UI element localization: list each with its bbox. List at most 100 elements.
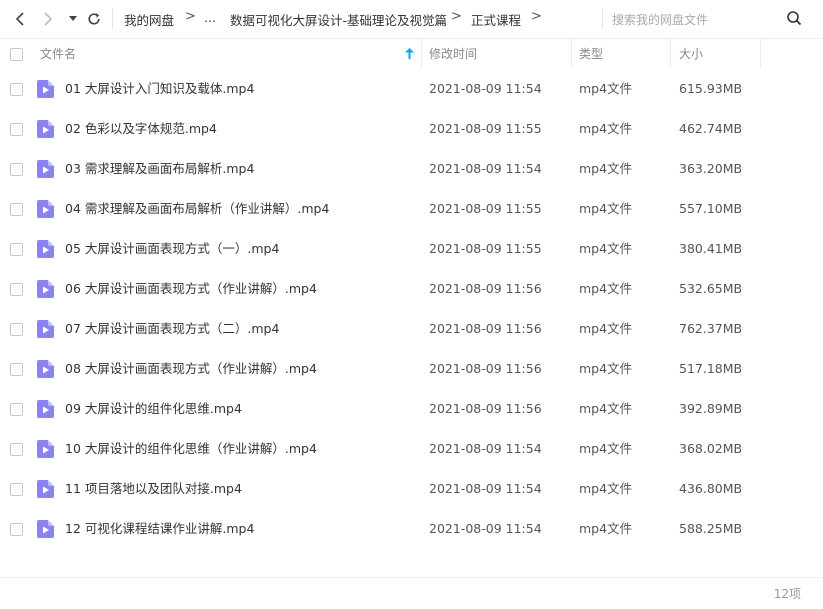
column-divider — [421, 39, 422, 69]
file-size: 462.74MB — [679, 121, 743, 136]
file-size: 588.25MB — [679, 521, 743, 536]
video-file-icon — [37, 280, 54, 298]
column-header-type[interactable]: 类型 — [579, 39, 603, 69]
breadcrumb-course-folder[interactable]: 数据可视化大屏设计-基础理论及视觉篇 — [230, 10, 447, 29]
file-size: 762.37MB — [679, 321, 743, 336]
breadcrumb-separator: > — [531, 9, 542, 24]
file-type: mp4文件 — [579, 281, 633, 296]
file-type: mp4文件 — [579, 161, 633, 176]
navigation-bar: 我的网盘 > ... 数据可视化大屏设计-基础理论及视觉篇 > 正式课程 > — [0, 0, 823, 39]
file-type: mp4文件 — [579, 401, 633, 416]
file-row[interactable]: 03 需求理解及画面布局解析.mp4 2021-08-09 11:54 mp4文… — [0, 149, 823, 189]
file-size: 532.65MB — [679, 281, 743, 296]
row-checkbox[interactable] — [10, 443, 23, 456]
file-size: 363.20MB — [679, 161, 743, 176]
file-name[interactable]: 07 大屏设计画面表现方式（二）.mp4 — [65, 309, 279, 349]
row-checkbox[interactable] — [10, 523, 23, 536]
column-header-modified[interactable]: 修改时间 — [429, 39, 477, 69]
file-size: 436.80MB — [679, 481, 743, 496]
file-row[interactable]: 08 大屏设计画面表现方式（作业讲解）.mp4 2021-08-09 11:56… — [0, 349, 823, 389]
file-name[interactable]: 12 可视化课程结课作业讲解.mp4 — [65, 509, 254, 549]
video-file-icon — [37, 360, 54, 378]
file-type: mp4文件 — [579, 441, 633, 456]
file-modified: 2021-08-09 11:54 — [429, 441, 542, 456]
file-modified: 2021-08-09 11:54 — [429, 481, 542, 496]
file-modified: 2021-08-09 11:56 — [429, 401, 542, 416]
file-name[interactable]: 03 需求理解及画面布局解析.mp4 — [65, 149, 254, 189]
file-size: 557.10MB — [679, 201, 743, 216]
file-row[interactable]: 02 色彩以及字体规范.mp4 2021-08-09 11:55 mp4文件 4… — [0, 109, 823, 149]
column-header-name[interactable]: 文件名 — [40, 39, 76, 69]
select-all-checkbox[interactable] — [10, 48, 23, 61]
sort-ascending-icon[interactable] — [405, 48, 414, 59]
row-checkbox[interactable] — [10, 323, 23, 336]
column-divider — [670, 39, 671, 69]
file-row[interactable]: 12 可视化课程结课作业讲解.mp4 2021-08-09 11:54 mp4文… — [0, 509, 823, 549]
file-name[interactable]: 02 色彩以及字体规范.mp4 — [65, 109, 217, 149]
file-modified: 2021-08-09 11:55 — [429, 241, 542, 256]
search-icon — [787, 11, 802, 26]
file-row[interactable]: 01 大屏设计入门知识及载体.mp4 2021-08-09 11:54 mp4文… — [0, 69, 823, 109]
video-file-icon — [37, 400, 54, 418]
file-name[interactable]: 11 项目落地以及团队对接.mp4 — [65, 469, 242, 509]
footer-divider — [0, 577, 823, 578]
refresh-icon — [88, 13, 100, 25]
row-checkbox[interactable] — [10, 483, 23, 496]
chevron-left-icon — [15, 12, 24, 26]
row-checkbox[interactable] — [10, 163, 23, 176]
file-modified: 2021-08-09 11:56 — [429, 281, 542, 296]
file-name[interactable]: 06 大屏设计画面表现方式（作业讲解）.mp4 — [65, 269, 317, 309]
row-checkbox[interactable] — [10, 363, 23, 376]
video-file-icon — [37, 480, 54, 498]
video-file-icon — [37, 80, 54, 98]
column-header-size[interactable]: 大小 — [679, 39, 703, 69]
file-type: mp4文件 — [579, 521, 633, 536]
chevron-right-icon — [44, 12, 53, 26]
file-name[interactable]: 08 大屏设计画面表现方式（作业讲解）.mp4 — [65, 349, 317, 389]
file-name[interactable]: 04 需求理解及画面布局解析（作业讲解）.mp4 — [65, 189, 329, 229]
row-checkbox[interactable] — [10, 243, 23, 256]
file-modified: 2021-08-09 11:54 — [429, 161, 542, 176]
file-row[interactable]: 09 大屏设计的组件化思维.mp4 2021-08-09 11:56 mp4文件… — [0, 389, 823, 429]
forward-button[interactable] — [38, 9, 58, 29]
file-name[interactable]: 10 大屏设计的组件化思维（作业讲解）.mp4 — [65, 429, 317, 469]
file-modified: 2021-08-09 11:54 — [429, 81, 542, 96]
video-file-icon — [37, 240, 54, 258]
row-checkbox[interactable] — [10, 83, 23, 96]
row-checkbox[interactable] — [10, 123, 23, 136]
search-input[interactable] — [610, 8, 774, 32]
video-file-icon — [37, 320, 54, 338]
search-button[interactable] — [786, 10, 804, 28]
row-checkbox[interactable] — [10, 203, 23, 216]
history-dropdown-button[interactable] — [63, 9, 83, 29]
file-name[interactable]: 09 大屏设计的组件化思维.mp4 — [65, 389, 242, 429]
file-modified: 2021-08-09 11:56 — [429, 361, 542, 376]
file-modified: 2021-08-09 11:55 — [429, 121, 542, 136]
back-button[interactable] — [10, 9, 30, 29]
file-type: mp4文件 — [579, 361, 633, 376]
file-type: mp4文件 — [579, 321, 633, 336]
file-row[interactable]: 06 大屏设计画面表现方式（作业讲解）.mp4 2021-08-09 11:56… — [0, 269, 823, 309]
breadcrumb-ellipsis[interactable]: ... — [204, 10, 216, 25]
file-list: 01 大屏设计入门知识及载体.mp4 2021-08-09 11:54 mp4文… — [0, 69, 823, 549]
column-divider — [760, 39, 761, 69]
row-checkbox[interactable] — [10, 283, 23, 296]
column-divider — [571, 39, 572, 69]
file-name[interactable]: 01 大屏设计入门知识及载体.mp4 — [65, 69, 254, 109]
breadcrumb-my-drive[interactable]: 我的网盘 — [124, 10, 174, 29]
breadcrumb-current-folder[interactable]: 正式课程 — [471, 10, 521, 29]
file-row[interactable]: 07 大屏设计画面表现方式（二）.mp4 2021-08-09 11:56 mp… — [0, 309, 823, 349]
file-size: 368.02MB — [679, 441, 743, 456]
file-row[interactable]: 05 大屏设计画面表现方式（一）.mp4 2021-08-09 11:55 mp… — [0, 229, 823, 269]
video-file-icon — [37, 120, 54, 138]
file-row[interactable]: 10 大屏设计的组件化思维（作业讲解）.mp4 2021-08-09 11:54… — [0, 429, 823, 469]
file-row[interactable]: 11 项目落地以及团队对接.mp4 2021-08-09 11:54 mp4文件… — [0, 469, 823, 509]
row-checkbox[interactable] — [10, 403, 23, 416]
video-file-icon — [37, 440, 54, 458]
search-divider — [602, 8, 603, 30]
breadcrumb-separator: > — [185, 9, 196, 24]
file-name[interactable]: 05 大屏设计画面表现方式（一）.mp4 — [65, 229, 279, 269]
file-row[interactable]: 04 需求理解及画面布局解析（作业讲解）.mp4 2021-08-09 11:5… — [0, 189, 823, 229]
refresh-button[interactable] — [84, 9, 104, 29]
file-modified: 2021-08-09 11:55 — [429, 201, 542, 216]
